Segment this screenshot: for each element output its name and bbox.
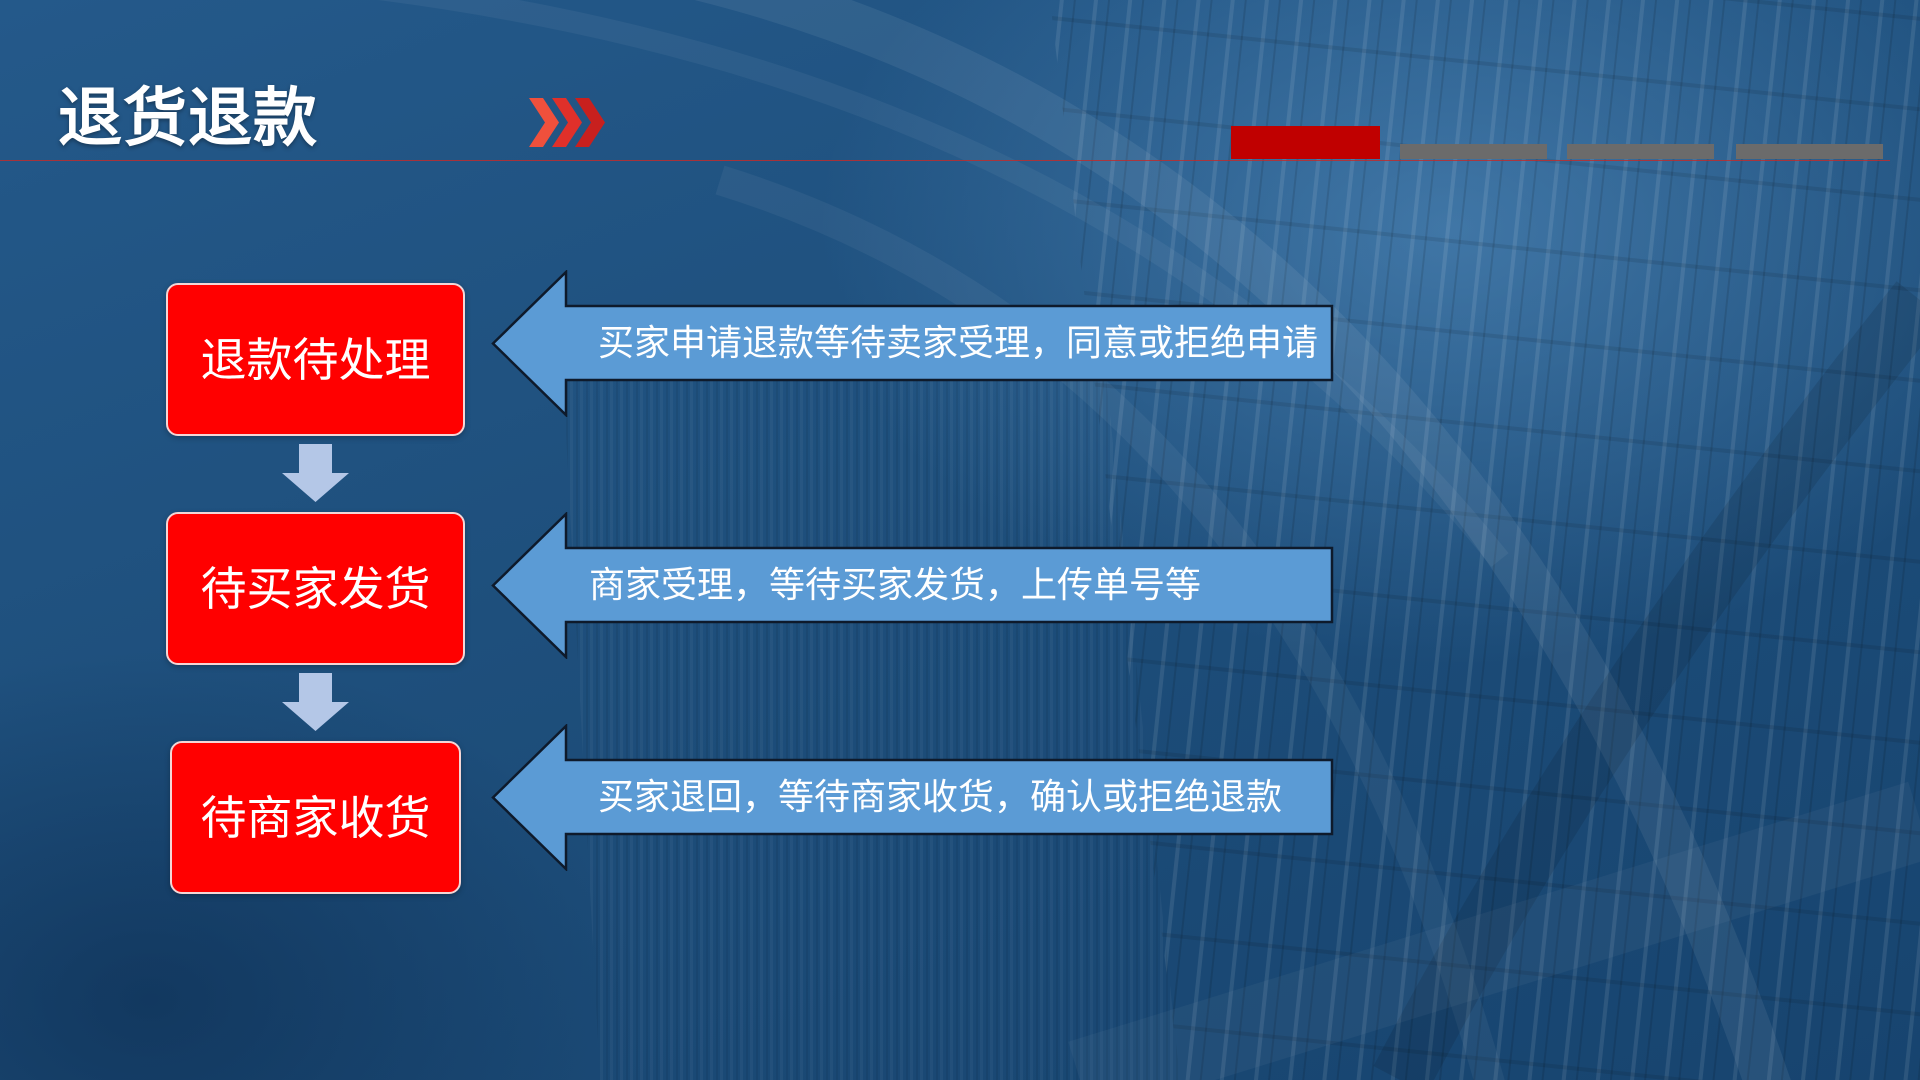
header-divider — [0, 160, 1890, 161]
slide-title: 退货退款 — [58, 82, 318, 154]
accent-bar-red — [1231, 126, 1380, 159]
step-box-awaiting-buyer-shipment: 待买家发货 — [166, 512, 465, 665]
callout-text: 买家申请退款等待卖家受理，同意或拒绝申请 — [598, 322, 1319, 363]
accent-bar-gray — [1567, 144, 1714, 159]
step-box-refund-pending: 退款待处理 — [166, 283, 465, 436]
callout-text: 买家退回，等待商家收货，确认或拒绝退款 — [598, 776, 1283, 817]
chevron-triple-right-icon — [529, 98, 605, 147]
step-label: 待买家发货 — [200, 562, 431, 615]
accent-bar-gray — [1400, 144, 1547, 159]
step-box-awaiting-seller-receipt: 待商家收货 — [170, 741, 461, 894]
arrow-down-icon — [282, 673, 349, 731]
step-label: 退款待处理 — [200, 333, 431, 386]
callout-arrow-3: 买家退回，等待商家收货，确认或拒绝退款 — [491, 724, 1334, 871]
callout-arrow-2: 商家受理，等待买家发货，上传单号等 — [491, 512, 1334, 659]
callout-text: 商家受理，等待买家发货，上传单号等 — [589, 564, 1202, 605]
accent-bar-gray — [1736, 144, 1883, 159]
callout-arrow-1: 买家申请退款等待卖家受理，同意或拒绝申请 — [491, 270, 1334, 417]
arrow-down-icon — [282, 444, 349, 502]
step-label: 待商家收货 — [200, 791, 431, 844]
slide: 退货退款 退款待处理 待买家发货 待商家收货 买家申请退款等待卖家受理，同意或拒… — [0, 0, 1920, 1080]
